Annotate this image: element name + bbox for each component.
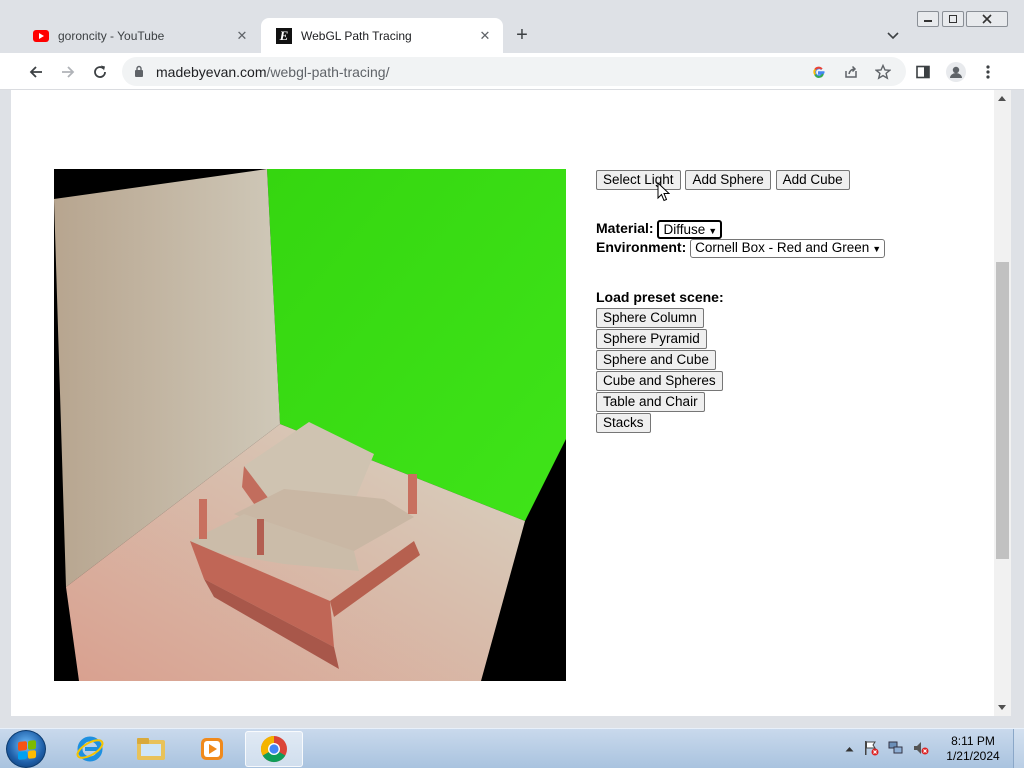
media-player-icon[interactable] — [183, 731, 241, 767]
show-desktop-button[interactable] — [1013, 729, 1024, 768]
environment-label: Environment: — [596, 239, 687, 256]
close-icon[interactable]: ✕ — [477, 28, 493, 44]
chevron-down-icon: ▼ — [872, 244, 882, 254]
page-viewport: Select Light Add Sphere Add Cube Materia… — [11, 90, 994, 716]
page-scrollbar[interactable] — [994, 90, 1011, 716]
preset-stacks-button[interactable]: Stacks — [596, 413, 651, 433]
path-tracing-canvas[interactable] — [54, 169, 566, 681]
system-tray — [845, 737, 929, 761]
maximize-button[interactable] — [942, 11, 964, 27]
preset-list: Sphere Column Sphere Pyramid Sphere and … — [596, 308, 723, 434]
preset-label: Load preset scene: — [596, 289, 724, 305]
google-icon[interactable] — [810, 63, 828, 81]
file-explorer-icon[interactable] — [122, 731, 180, 767]
window-close-button[interactable] — [966, 11, 1008, 27]
browser-toolbar: madebyevan.com/webgl-path-tracing/ — [0, 53, 1024, 90]
scroll-up-arrow-icon[interactable] — [998, 96, 1006, 101]
back-arrow-icon[interactable] — [25, 61, 47, 83]
address-bar[interactable]: madebyevan.com/webgl-path-tracing/ — [122, 57, 906, 86]
profile-avatar-icon[interactable] — [945, 61, 967, 83]
windows-taskbar: 8:11 PM 1/21/2024 — [0, 728, 1024, 768]
material-label: Material: — [596, 220, 654, 237]
scroll-down-arrow-icon[interactable] — [998, 705, 1006, 710]
youtube-icon — [32, 27, 50, 45]
show-hidden-icons-arrow-icon[interactable] — [845, 743, 854, 755]
environment-select[interactable]: Cornell Box - Red and Green ▼ — [690, 239, 886, 258]
preset-sphere-column-button[interactable]: Sphere Column — [596, 308, 704, 328]
preset-label-row: Load preset scene: — [596, 289, 724, 305]
minimize-button[interactable] — [917, 11, 939, 27]
tab-search-chevron-icon[interactable] — [886, 28, 902, 44]
windows-logo-icon — [18, 740, 36, 760]
preset-sphere-pyramid-button[interactable]: Sphere Pyramid — [596, 329, 707, 349]
mouse-cursor-icon — [657, 182, 670, 202]
volume-muted-icon[interactable] — [913, 740, 929, 759]
preset-table-and-chair-button[interactable]: Table and Chair — [596, 392, 705, 412]
preset-cube-and-spheres-button[interactable]: Cube and Spheres — [596, 371, 723, 391]
evan-e-icon: E — [275, 27, 293, 45]
start-button[interactable] — [6, 730, 46, 768]
action-center-flag-icon[interactable] — [863, 740, 879, 759]
window-frame-bottom — [0, 716, 1024, 728]
internet-explorer-icon[interactable] — [61, 731, 119, 767]
chrome-icon[interactable] — [245, 731, 303, 767]
bookmark-star-icon[interactable] — [874, 63, 892, 81]
clock-date: 1/21/2024 — [946, 749, 1000, 763]
forward-arrow-icon[interactable] — [57, 61, 79, 83]
tab-webgl-path-tracing[interactable]: E WebGL Path Tracing ✕ — [261, 18, 503, 53]
environment-row: Environment: Cornell Box - Red and Green… — [596, 239, 886, 258]
material-select[interactable]: Diffuse ▼ — [657, 220, 723, 239]
preset-sphere-and-cube-button[interactable]: Sphere and Cube — [596, 350, 716, 370]
side-panel-icon[interactable] — [912, 61, 934, 83]
add-cube-button[interactable]: Add Cube — [775, 170, 850, 190]
close-icon[interactable]: ✕ — [234, 28, 250, 44]
new-tab-icon[interactable]: + — [512, 25, 532, 46]
clock-time: 8:11 PM — [951, 734, 995, 748]
chevron-down-icon: ▼ — [708, 226, 718, 236]
menu-kebab-icon[interactable] — [977, 61, 999, 83]
share-icon[interactable] — [842, 63, 860, 81]
tab-strip: goroncity - YouTube ✕ E WebGL Path Traci… — [0, 0, 1024, 53]
taskbar-clock[interactable]: 8:11 PM 1/21/2024 — [940, 734, 1006, 764]
reload-icon[interactable] — [89, 61, 111, 83]
tab-title: goroncity - YouTube — [58, 28, 165, 43]
scroll-thumb[interactable] — [996, 262, 1009, 559]
rendered-scene — [54, 169, 566, 681]
add-sphere-button[interactable]: Add Sphere — [685, 170, 771, 190]
tab-youtube[interactable]: goroncity - YouTube ✕ — [18, 18, 260, 53]
url-text: madebyevan.com/webgl-path-tracing/ — [156, 64, 390, 80]
window-frame-right — [1011, 90, 1024, 716]
tab-title: WebGL Path Tracing — [301, 28, 412, 43]
scene-buttons: Select Light Add Sphere Add Cube — [596, 170, 851, 190]
window-frame-left — [0, 90, 11, 716]
network-icon[interactable] — [888, 740, 904, 759]
material-row: Material: Diffuse ▼ — [596, 220, 723, 239]
lock-icon — [135, 65, 143, 77]
